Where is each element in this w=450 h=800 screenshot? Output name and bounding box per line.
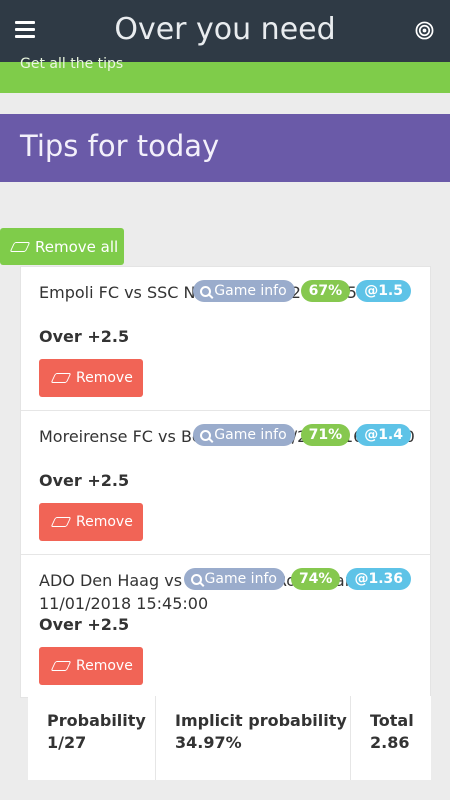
remove-button[interactable]: Remove bbox=[39, 647, 143, 685]
tip-market: Over +2.5 bbox=[39, 327, 130, 346]
search-icon bbox=[200, 429, 212, 441]
game-info-button[interactable]: Game info bbox=[183, 568, 285, 590]
eraser-icon bbox=[50, 373, 72, 383]
tip-item: Moreirense FC vs Benfica 11/02/2018 16:3… bbox=[21, 411, 430, 555]
remove-all-button[interactable]: Remove all bbox=[0, 228, 124, 265]
remove-button[interactable]: Remove bbox=[39, 359, 143, 397]
implicit-probability-value: 34.97% bbox=[175, 733, 242, 752]
get-tips-banner[interactable]: Get all the tips bbox=[0, 56, 450, 93]
tip-badges: Game info 71% @1.4 bbox=[193, 424, 411, 446]
section-title: Tips for today bbox=[20, 129, 220, 163]
probability-label: Probability bbox=[47, 711, 146, 730]
eraser-icon bbox=[9, 241, 31, 252]
remove-label: Remove bbox=[76, 370, 133, 386]
tip-badges: Game info 74% @1.36 bbox=[183, 568, 411, 590]
odds-badge: @1.5 bbox=[356, 280, 411, 302]
game-info-label: Game info bbox=[214, 283, 287, 299]
tips-list: Empoli FC vs SSC Napoli 11/02/2018 15:30… bbox=[20, 266, 431, 698]
total-column: Total 2.86 bbox=[351, 696, 431, 780]
game-info-button[interactable]: Game info bbox=[193, 280, 295, 302]
app-title: Over you need bbox=[114, 12, 336, 47]
percent-badge: 71% bbox=[300, 424, 351, 446]
target-icon[interactable] bbox=[415, 21, 434, 40]
search-icon bbox=[200, 285, 212, 297]
search-icon bbox=[190, 573, 202, 585]
remove-button[interactable]: Remove bbox=[39, 503, 143, 541]
percent-badge: 67% bbox=[300, 280, 351, 302]
summary-panel: Probability 1/27 Implicit probability 34… bbox=[28, 696, 431, 780]
section-header: Tips for today bbox=[0, 114, 450, 182]
probability-column: Probability 1/27 bbox=[28, 696, 156, 780]
game-info-label: Game info bbox=[204, 571, 277, 587]
implicit-probability-column: Implicit probability 34.97% bbox=[156, 696, 351, 780]
game-info-label: Game info bbox=[214, 427, 287, 443]
remove-label: Remove bbox=[76, 514, 133, 530]
percent-badge: 74% bbox=[290, 568, 341, 590]
tip-item: Empoli FC vs SSC Napoli 11/02/2018 15:30… bbox=[21, 267, 430, 411]
probability-value: 1/27 bbox=[47, 733, 87, 752]
tip-badges: Game info 67% @1.5 bbox=[193, 280, 411, 302]
eraser-icon bbox=[50, 661, 72, 671]
get-tips-text: Get all the tips bbox=[20, 56, 124, 72]
implicit-probability-label: Implicit probability bbox=[175, 711, 347, 730]
odds-badge: @1.36 bbox=[346, 568, 411, 590]
eraser-icon bbox=[50, 517, 72, 527]
remove-all-label: Remove all bbox=[35, 237, 119, 256]
remove-label: Remove bbox=[76, 658, 133, 674]
total-label: Total bbox=[370, 711, 414, 730]
tip-market: Over +2.5 bbox=[39, 471, 130, 490]
game-info-button[interactable]: Game info bbox=[193, 424, 295, 446]
odds-badge: @1.4 bbox=[356, 424, 411, 446]
total-value: 2.86 bbox=[370, 733, 410, 752]
tip-market: Over +2.5 bbox=[39, 615, 130, 634]
tip-item: ADO Den Haag vs Feyenoord Rotterdam 11/0… bbox=[21, 555, 430, 697]
top-app-bar: Over you need bbox=[0, 0, 450, 62]
